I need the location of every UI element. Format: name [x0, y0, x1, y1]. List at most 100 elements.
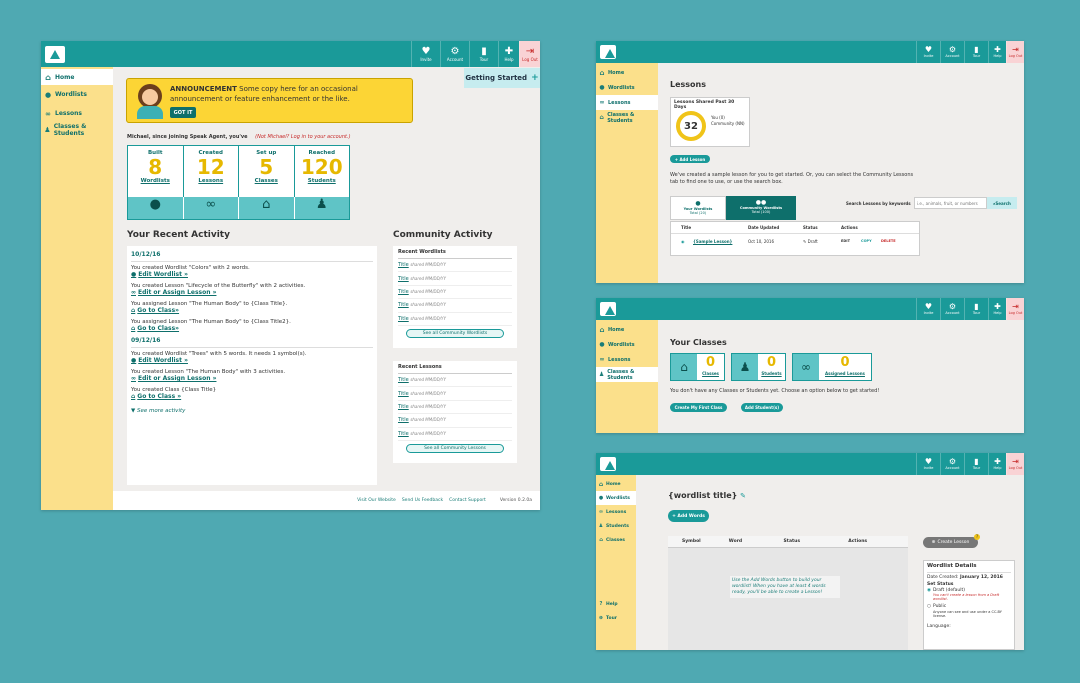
account-button[interactable]: ⚙ Account [940, 41, 964, 63]
help-icon: ? [599, 601, 603, 607]
page-title: Your Classes [670, 338, 727, 347]
list-item[interactable]: Title shared MM/DD/YY [398, 387, 512, 401]
logout-button[interactable]: ⇥ Log Out [1006, 41, 1024, 63]
stat-lessons[interactable]: Created 12 Lessons [182, 146, 239, 197]
tab-community-wordlists[interactable]: ●● Community Wordlists Total (100) [726, 196, 796, 220]
tour-button[interactable]: ▮ Tour [964, 41, 988, 63]
logout-button[interactable]: ⇥ Log Out [519, 41, 540, 67]
logout-button[interactable]: ⇥ Log Out [1006, 453, 1024, 475]
sidebar-item-classes[interactable]: ♟ Classes & Students [41, 123, 113, 137]
visit-website-link[interactable]: Visit Our Website [357, 498, 396, 503]
account-button[interactable]: ⚙ Account [440, 41, 469, 67]
create-first-class-button[interactable]: Create My First Class [670, 403, 727, 412]
column-header[interactable]: Status [803, 225, 841, 230]
sidebar-item-wordlists[interactable]: ● Wordlists [596, 80, 658, 95]
sidebar-item-classes[interactable]: ⌂ Classes & Students [596, 110, 658, 125]
sidebar-item-lessons[interactable]: ∞ Lessons [596, 505, 636, 519]
activity-link[interactable]: ⌂ Go to Class» [131, 307, 373, 314]
list-item[interactable]: Title shared MM/DD/YY [398, 299, 512, 313]
sidebar-item-lessons[interactable]: ∞ Lessons [596, 95, 658, 110]
pencil-icon[interactable]: ✎ [740, 492, 746, 500]
tab-your-wordlists[interactable]: ● Your Wordlists Total (20) [670, 196, 726, 220]
column-header[interactable]: Title [681, 225, 748, 230]
add-students-button[interactable]: Add Student(s) [741, 403, 783, 412]
stat-students[interactable]: Reached 120 Students [293, 146, 350, 197]
see-all-lessons-button[interactable]: See all Community Lessons [406, 443, 504, 453]
sidebar-item-students[interactable]: ♟ Students [596, 519, 636, 533]
sidebar-item-home[interactable]: ⌂ Home [596, 65, 658, 80]
stat-label: Lessons [198, 178, 224, 184]
invite-button[interactable]: ♥ Invite [411, 41, 440, 67]
getting-started-panel[interactable]: Getting Started + [464, 68, 540, 88]
sidebar-item-wordlists[interactable]: ● Wordlists [596, 491, 636, 505]
help-button[interactable]: ✚ Help [498, 41, 519, 67]
stat-classes[interactable]: Set up 5 Classes [238, 146, 294, 197]
sidebar-item-tour[interactable]: ⊕ Tour [596, 611, 636, 625]
list-item[interactable]: Title shared MM/DD/YY [398, 313, 512, 326]
invite-button[interactable]: ♥ Invite [916, 298, 940, 320]
activity-link[interactable]: ∞ Edit or Assign Lesson » [131, 289, 373, 296]
list-item[interactable]: Title shared MM/DD/YY [398, 374, 512, 388]
tour-button[interactable]: ▮ Tour [964, 453, 988, 475]
activity-link[interactable]: ⌂ Go to Class » [131, 393, 373, 400]
create-lesson-button[interactable]: ⊕ Create Lesson [923, 537, 978, 548]
list-item[interactable]: Title shared MM/DD/YY [398, 414, 512, 428]
class-stat-card[interactable]: ⌂ 0 Classes [670, 353, 725, 381]
edit-action[interactable]: EDIT [841, 239, 861, 243]
list-item[interactable]: Title shared MM/DD/YY [398, 286, 512, 300]
sidebar-item-home[interactable]: ⌂ Home [41, 69, 113, 85]
sidebar-item-wordlists[interactable]: ● Wordlists [596, 337, 658, 352]
sidebar-item-lessons[interactable]: ∞ Lessons [596, 352, 658, 367]
list-item[interactable]: Title shared MM/DD/YY [398, 259, 512, 273]
activity-link[interactable]: ∞ Edit or Assign Lesson » [131, 375, 373, 382]
contact-support-link[interactable]: Contact Support [449, 498, 486, 503]
draft-radio[interactable]: ◉ Draft (default) You can't create a lesso… [927, 588, 1011, 602]
add-lesson-button[interactable]: + Add Lesson [670, 155, 710, 163]
account-button[interactable]: ⚙ Account [940, 453, 964, 475]
logout-button[interactable]: ⇥ Log Out [1006, 298, 1024, 320]
column-header[interactable]: Date Updated [748, 225, 803, 230]
sidebar-item-help[interactable]: ? Help [596, 597, 636, 611]
column-header[interactable]: Actions [841, 225, 901, 230]
community-list: Title shared MM/DD/YY Title shared MM/DD/… [398, 259, 512, 326]
sidebar-item-classes[interactable]: ♟ Classes & Students [596, 367, 658, 382]
activity-link[interactable]: ⌂ Go to Class» [131, 325, 373, 332]
invite-button[interactable]: ♥ Invite [916, 41, 940, 63]
not-user-link[interactable]: (Not Michael? Log in to your account.) [255, 134, 350, 140]
search-button[interactable]: ⌕ Search [987, 197, 1017, 209]
activity-link[interactable]: ● Edit Wordlist » [131, 271, 373, 278]
account-button[interactable]: ⚙ Account [940, 298, 964, 320]
list-item[interactable]: Title shared MM/DD/YY [398, 428, 512, 441]
sidebar-item-lessons[interactable]: ∞ Lessons [41, 104, 113, 123]
stat-wordlists[interactable]: Built 8 Wordlists [128, 146, 183, 197]
add-words-button[interactable]: + Add Words [668, 510, 709, 522]
lesson-title-link[interactable]: {Sample Lesson} [693, 239, 748, 244]
help-button[interactable]: ✚ Help [988, 453, 1006, 475]
see-all-wordlists-button[interactable]: See all Community Wordlists [406, 328, 504, 338]
search-input[interactable] [914, 197, 987, 209]
got-it-button[interactable]: GOT IT [170, 107, 196, 118]
see-more-activity-link[interactable]: ▼ See more activity [131, 408, 373, 414]
copy-action[interactable]: COPY [861, 239, 881, 243]
delete-action[interactable]: DELETE [881, 239, 905, 243]
class-stat-card[interactable]: ♟ 0 Students [731, 353, 786, 381]
class-stat-card[interactable]: ∞ 0 Assigned Lessons [792, 353, 872, 381]
column-header: Word [728, 539, 743, 544]
send-feedback-link[interactable]: Send Us Feedback [402, 498, 443, 503]
sidebar-item-home[interactable]: ⌂ Home [596, 322, 658, 337]
tour-button[interactable]: ▮ Tour [469, 41, 498, 67]
sidebar-item-classes[interactable]: ⌂ Classes [596, 533, 636, 547]
eye-icon[interactable]: ◉ [681, 239, 693, 244]
sidebar-item-wordlists[interactable]: ● Wordlists [41, 85, 113, 104]
help-button[interactable]: ✚ Help [988, 298, 1006, 320]
tour-button[interactable]: ▮ Tour [964, 298, 988, 320]
gamepad-icon: ∞ [182, 197, 239, 219]
help-button[interactable]: ✚ Help [988, 41, 1006, 63]
sidebar-item-home[interactable]: ⌂ Home [596, 477, 636, 491]
home-icon: ⌂ [45, 72, 51, 82]
list-item[interactable]: Title shared MM/DD/YY [398, 272, 512, 286]
list-item[interactable]: Title shared MM/DD/YY [398, 401, 512, 415]
public-radio[interactable]: ○ Public Anyone can see and use under a CC… [927, 604, 1011, 618]
invite-button[interactable]: ♥ Invite [916, 453, 940, 475]
activity-link[interactable]: ● Edit Wordlist » [131, 357, 373, 364]
